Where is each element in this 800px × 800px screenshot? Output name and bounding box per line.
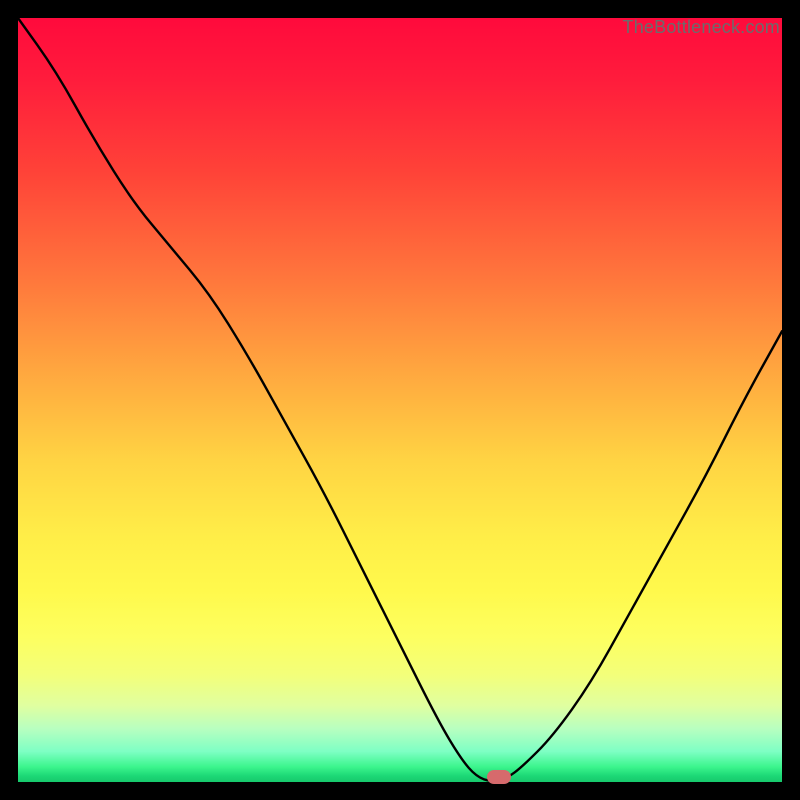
chart-frame: TheBottleneck.com [0,0,800,800]
severity-gradient [18,18,782,782]
plot-area: TheBottleneck.com [18,18,782,782]
